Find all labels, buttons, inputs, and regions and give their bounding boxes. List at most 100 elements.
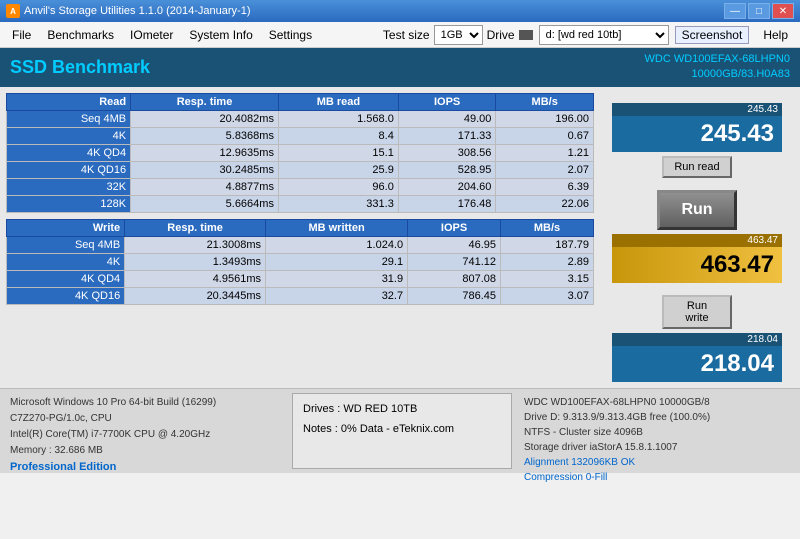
run-write-button[interactable]: Run write (662, 295, 732, 329)
row-label: 4K QD4 (7, 144, 131, 161)
run-button[interactable]: Run (657, 190, 737, 230)
table-row: 4K QD16 20.3445ms 32.7 786.45 3.07 (7, 287, 594, 304)
window-controls: — □ ✕ (724, 3, 794, 19)
table-row: Seq 4MB 20.4082ms 1.568.0 49.00 196.00 (7, 110, 594, 127)
resp-time-col-header: Resp. time (131, 93, 279, 110)
mbs: 196.00 (496, 110, 594, 127)
mb-read-col-header: MB read (278, 93, 398, 110)
drives-notes: Drives : WD RED 10TB Notes : 0% Data - e… (292, 393, 512, 469)
bottom-bar: Microsoft Windows 10 Pro 64-bit Build (1… (0, 388, 800, 473)
run-read-button[interactable]: Run read (662, 156, 732, 178)
drive-select[interactable]: d: [wd red 10tb] (539, 25, 669, 45)
write-score-box: 218.04 218.04 (612, 333, 782, 382)
table-row: 128K 5.6664ms 331.3 176.48 22.06 (7, 195, 594, 212)
mb-written: 29.1 (266, 253, 408, 270)
sys-info-line1: Microsoft Windows 10 Pro 64-bit Build (1… (10, 395, 278, 411)
row-label: 4K QD4 (7, 270, 125, 287)
drive-detail-7: Compression 0-Fill (524, 470, 792, 485)
drive-info: WDC WD100EFAX-68LHPN0 10000GB/83.H0A83 (645, 52, 791, 83)
row-label: 128K (7, 195, 131, 212)
app-icon: A (6, 4, 20, 18)
menu-iometer[interactable]: IOmeter (122, 22, 181, 47)
minimize-button[interactable]: — (724, 3, 746, 19)
mbs: 0.67 (496, 127, 594, 144)
resp-time: 4.9561ms (125, 270, 266, 287)
test-size-select[interactable]: 1GB (434, 25, 483, 45)
iops: 807.08 (408, 270, 501, 287)
screenshot-button[interactable]: Screenshot (675, 26, 750, 44)
drive-detail-1: WDC WD100EFAX-68LHPN0 10000GB/8 (524, 395, 792, 410)
close-button[interactable]: ✕ (772, 3, 794, 19)
menu-benchmarks[interactable]: Benchmarks (39, 22, 122, 47)
menu-bar: File Benchmarks IOmeter System Info Sett… (0, 22, 800, 48)
mb-read: 96.0 (278, 178, 398, 195)
notes-info: Notes : 0% Data - eTeknix.com (303, 420, 501, 440)
resp-time: 20.3445ms (125, 287, 266, 304)
drive-detail-2: Drive D: 9.313.9/9.313.4GB free (100.0%) (524, 410, 792, 425)
table-row: 4K QD16 30.2485ms 25.9 528.95 2.07 (7, 161, 594, 178)
table-row: 4K QD4 12.9635ms 15.1 308.56 1.21 (7, 144, 594, 161)
mbs: 6.39 (496, 178, 594, 195)
read-col-header: Read (7, 93, 131, 110)
row-label: 4K (7, 253, 125, 270)
resp-time: 12.9635ms (131, 144, 279, 161)
drive-detail-3: NTFS - Cluster size 4096B (524, 425, 792, 440)
test-size-label: Test size (383, 28, 430, 42)
mbs: 2.89 (501, 253, 594, 270)
menu-controls: Test size 1GB Drive d: [wd red 10tb] Scr… (383, 25, 796, 45)
row-label: 4K QD16 (7, 287, 125, 304)
total-score-label: 463.47 (612, 234, 782, 247)
iops: 741.12 (408, 253, 501, 270)
mb-read: 15.1 (278, 144, 398, 161)
iops-col-header: IOPS (398, 93, 496, 110)
mbs-col-header: MB/s (496, 93, 594, 110)
score-panel: 245.43 245.43 Run read Run 463.47 463.47… (600, 87, 800, 388)
mb-read: 8.4 (278, 127, 398, 144)
row-label: 4K (7, 127, 131, 144)
mbs: 3.15 (501, 270, 594, 287)
read-score-value: 245.43 (612, 116, 782, 152)
resp-time: 1.3493ms (125, 253, 266, 270)
mbs: 3.07 (501, 287, 594, 304)
maximize-button[interactable]: □ (748, 3, 770, 19)
write-score-area: Run write 218.04 218.04 (612, 295, 782, 382)
ssd-header: SSD Benchmark WDC WD100EFAX-68LHPN0 1000… (0, 48, 800, 87)
write-mbs-header: MB/s (501, 219, 594, 236)
table-row: 4K 1.3493ms 29.1 741.12 2.89 (7, 253, 594, 270)
read-score-area: 245.43 245.43 Run read (612, 103, 782, 178)
drives-info: Drives : WD RED 10TB (303, 400, 501, 420)
write-col-header: Write (7, 219, 125, 236)
resp-time: 5.8368ms (131, 127, 279, 144)
menu-help[interactable]: Help (755, 26, 796, 44)
resp-time: 5.6664ms (131, 195, 279, 212)
menu-settings[interactable]: Settings (261, 22, 320, 47)
mb-read: 1.568.0 (278, 110, 398, 127)
mb-read: 25.9 (278, 161, 398, 178)
pro-edition-label: Professional Edition (10, 459, 278, 477)
menu-file[interactable]: File (4, 22, 39, 47)
drive-detail-4: Storage driver iaStorA 15.8.1.1007 (524, 440, 792, 455)
resp-time: 21.3008ms (125, 236, 266, 253)
drive-details: WDC WD100EFAX-68LHPN0 10000GB/8 Drive D:… (516, 389, 800, 473)
resp-time: 4.8877ms (131, 178, 279, 195)
mbs: 187.79 (501, 236, 594, 253)
table-row: 4K QD4 4.9561ms 31.9 807.08 3.15 (7, 270, 594, 287)
row-label: Seq 4MB (7, 110, 131, 127)
main-content: Read Resp. time MB read IOPS MB/s Seq 4M… (0, 87, 800, 388)
mbs: 22.06 (496, 195, 594, 212)
run-area: Run 463.47 463.47 (612, 190, 782, 283)
read-score-box: 245.43 245.43 (612, 103, 782, 152)
read-table: Read Resp. time MB read IOPS MB/s Seq 4M… (6, 93, 594, 213)
drive-icon (519, 30, 533, 40)
write-resp-time-header: Resp. time (125, 219, 266, 236)
iops: 171.33 (398, 127, 496, 144)
row-label: Seq 4MB (7, 236, 125, 253)
sys-info-line4: Memory : 32.686 MB (10, 443, 278, 459)
window-title: Anvil's Storage Utilities 1.1.0 (2014-Ja… (24, 5, 250, 17)
system-info: Microsoft Windows 10 Pro 64-bit Build (1… (0, 389, 288, 473)
menu-system-info[interactable]: System Info (181, 22, 260, 47)
write-table: Write Resp. time MB written IOPS MB/s Se… (6, 219, 594, 305)
iops: 49.00 (398, 110, 496, 127)
drive-label: Drive (487, 28, 515, 42)
iops: 528.95 (398, 161, 496, 178)
